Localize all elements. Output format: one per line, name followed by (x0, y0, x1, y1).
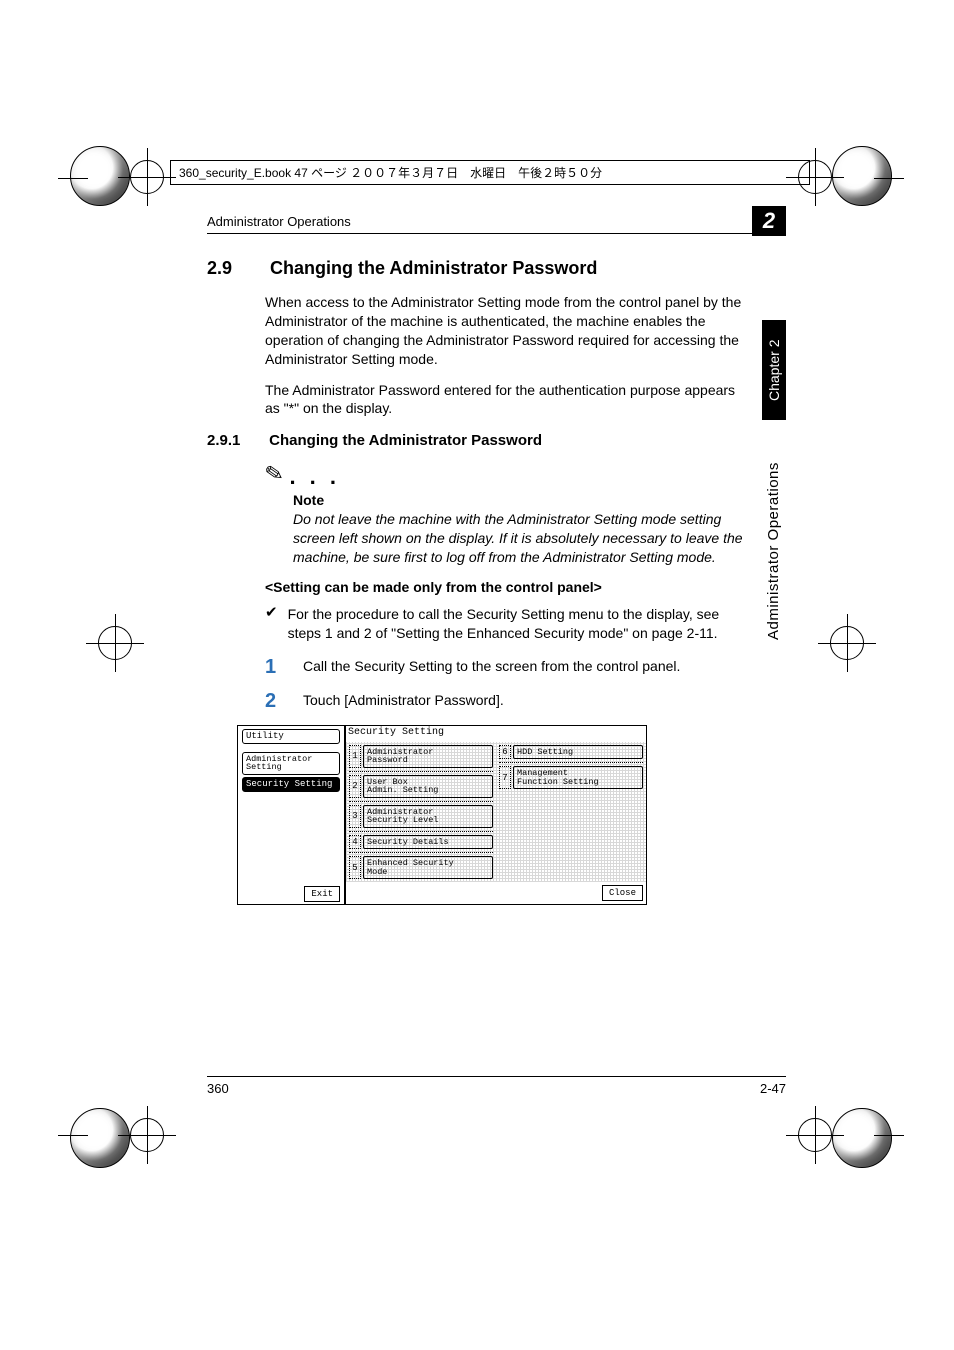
hdd-setting-button[interactable]: HDD Setting (513, 745, 643, 760)
note-text: Do not leave the machine with the Admini… (293, 510, 747, 567)
note-icon: ✎ (263, 460, 286, 489)
check-icon: ✔ (265, 605, 278, 643)
crosshair-icon (130, 160, 164, 194)
subsection-heading: 2.9.1 Changing the Administrator Passwor… (207, 432, 747, 449)
exit-button[interactable]: Exit (304, 886, 340, 902)
item-number: 7 (499, 766, 511, 789)
step: 2 Touch [Administrator Password]. (265, 691, 747, 711)
ellipsis-icon: . . . (289, 464, 340, 489)
registration-mark (832, 1108, 892, 1168)
item-number: 2 (349, 775, 361, 798)
subsection-number: 2.9.1 (207, 432, 265, 449)
admin-setting-tab[interactable]: Administrator Setting (242, 752, 340, 775)
section-number: 2.9 (207, 258, 265, 279)
section-heading: 2.9 Changing the Administrator Password (207, 258, 747, 279)
step: 1 Call the Security Setting to the scree… (265, 657, 747, 677)
page: 360_security_E.book 47 ページ ２００７年３月７日 水曜日… (0, 0, 954, 1350)
utility-tab[interactable]: Utility (242, 729, 340, 744)
item-number: 6 (499, 745, 511, 760)
item-number: 1 (349, 745, 361, 768)
item-number: 3 (349, 805, 361, 828)
step-text: Call the Security Setting to the screen … (303, 657, 680, 677)
mgmt-function-button[interactable]: Management Function Setting (513, 766, 643, 789)
section-title: Changing the Administrator Password (270, 258, 597, 278)
registration-mark (70, 146, 130, 206)
step-number: 2 (265, 691, 283, 711)
item-number: 5 (349, 856, 361, 879)
footer-left: 360 (207, 1081, 229, 1096)
crop-line (58, 178, 88, 179)
note-heading: Note (293, 492, 747, 508)
registration-mark (70, 1108, 130, 1168)
screenshot-title: Security Setting (346, 726, 646, 742)
inline-subheading: <Setting can be made only from the contr… (265, 579, 747, 595)
security-details-button[interactable]: Security Details (363, 835, 493, 850)
registration-mark (832, 146, 892, 206)
security-setting-tab[interactable]: Security Setting (242, 777, 340, 792)
running-header: Administrator Operations (207, 214, 762, 234)
crop-line (874, 1135, 904, 1136)
screenshot-sidebar: Utility Administrator Setting Security S… (238, 726, 346, 905)
crop-line (874, 178, 904, 179)
close-button[interactable]: Close (602, 885, 643, 901)
crosshair-icon (798, 1118, 832, 1152)
chapter-number-box: 2 (752, 206, 786, 236)
admin-security-level-button[interactable]: Administrator Security Level (363, 805, 493, 828)
crosshair-icon (130, 1118, 164, 1152)
content-area: 2.9 Changing the Administrator Password … (207, 258, 747, 905)
checklist-item: ✔ For the procedure to call the Security… (265, 605, 747, 643)
crop-line (58, 1135, 88, 1136)
note-block: ✎. . . Note Do not leave the machine wit… (265, 461, 747, 566)
paragraph: The Administrator Password entered for t… (265, 381, 747, 419)
checklist-text: For the procedure to call the Security S… (288, 605, 747, 643)
side-tab-chapter: Chapter 2 (762, 320, 786, 420)
step-number: 1 (265, 657, 283, 677)
paragraph: When access to the Administrator Setting… (265, 293, 747, 369)
step-text: Touch [Administrator Password]. (303, 691, 504, 711)
admin-password-button[interactable]: Administrator Password (363, 745, 493, 768)
side-tab-section: Administrator Operations (765, 440, 782, 640)
subsection-title: Changing the Administrator Password (269, 432, 542, 449)
enhanced-security-button[interactable]: Enhanced Security Mode (363, 856, 493, 879)
user-box-admin-button[interactable]: User Box Admin. Setting (363, 775, 493, 798)
running-header-text: Administrator Operations (207, 214, 351, 229)
footer-right: 2-47 (760, 1081, 786, 1096)
item-number: 4 (349, 835, 361, 850)
crosshair-icon (98, 626, 132, 660)
crosshair-icon (830, 626, 864, 660)
embedded-screenshot: Utility Administrator Setting Security S… (237, 725, 647, 906)
source-file-banner: 360_security_E.book 47 ページ ２００７年３月７日 水曜日… (170, 160, 810, 185)
page-footer: 360 2-47 (207, 1076, 786, 1096)
